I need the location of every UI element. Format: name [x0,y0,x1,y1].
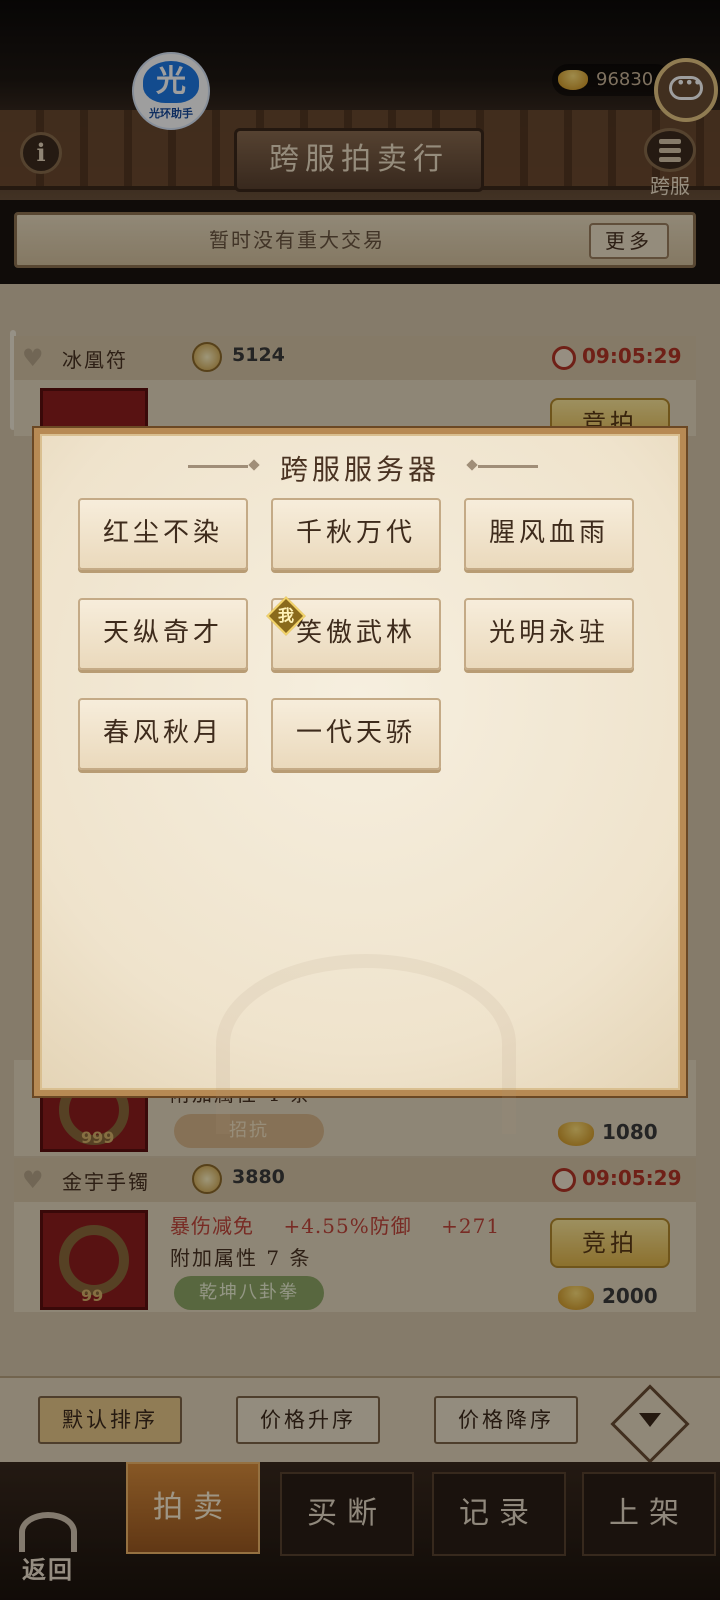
server-button[interactable]: 天纵奇才 [78,598,248,670]
cloud-watermark [216,954,516,1134]
server-button[interactable]: 一代天骄 [271,698,441,770]
server-button[interactable]: 光明永驻 [464,598,634,670]
server-button[interactable]: 腥风血雨 [464,498,634,570]
server-button[interactable]: 千秋万代 [271,498,441,570]
me-badge-label: 我 [277,606,294,625]
dialog-title: 跨服服务器 [279,453,440,486]
title-ornament-right [478,465,538,468]
server-button[interactable]: 红尘不染 [78,498,248,570]
server-button[interactable]: 春风秋月 [78,698,248,770]
server-select-dialog: 跨服服务器 红尘不染 千秋万代 腥风血雨 天纵奇才 笑傲武林 光明永驻 春风秋月… [34,428,686,1134]
